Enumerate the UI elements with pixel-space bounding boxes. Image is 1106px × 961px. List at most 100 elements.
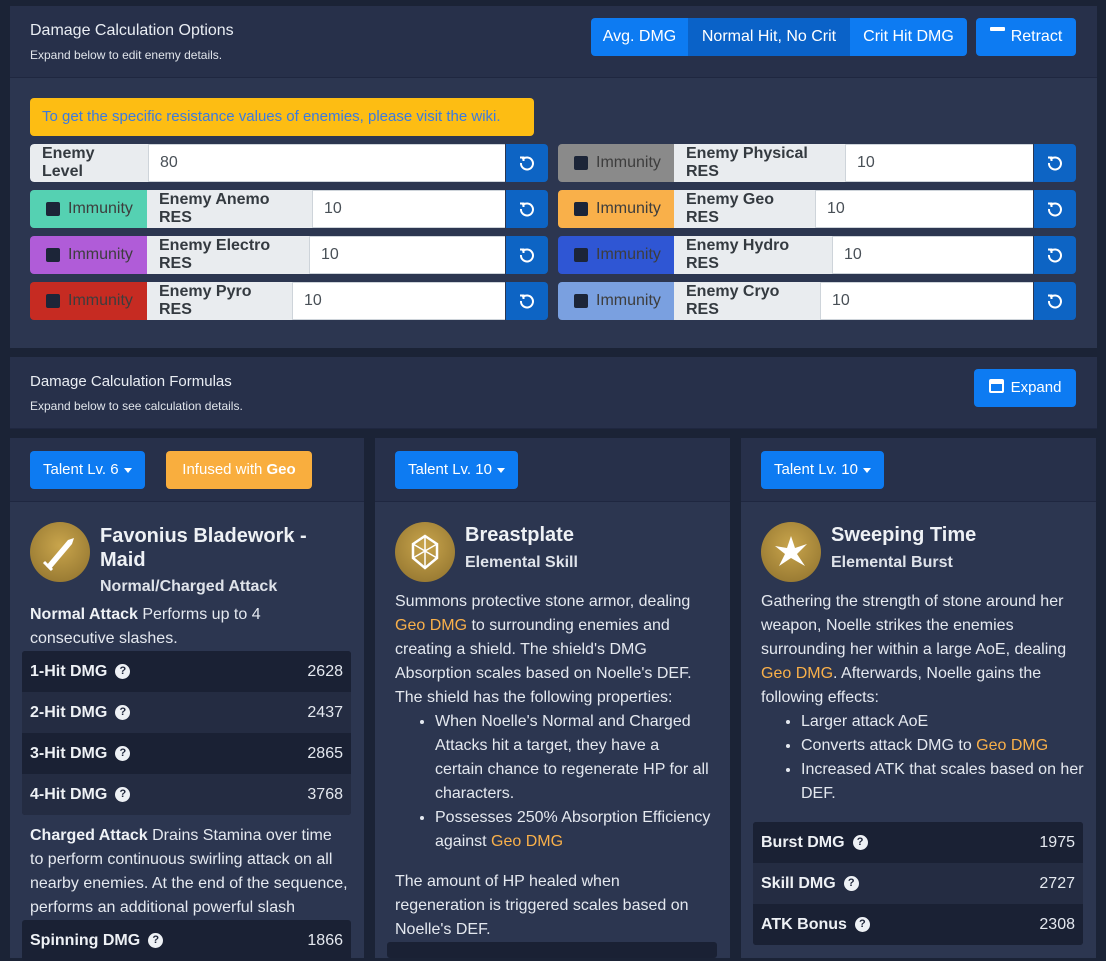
talent-level-dropdown[interactable]: Talent Lv. 6 xyxy=(30,451,145,489)
desc-text: weapon, Noelle strikes the enemies xyxy=(761,617,1014,634)
breastplate-icon xyxy=(395,522,455,582)
stat-value: 2727 xyxy=(1039,874,1075,892)
immunity-toggle-anemo[interactable]: Immunity xyxy=(30,190,147,228)
stat-name: 3-Hit DMG xyxy=(30,744,108,762)
geo-dmg-link: Geo DMG xyxy=(395,617,468,634)
res-row-physical: Immunity Enemy Physical RES 10 xyxy=(558,144,1076,182)
enemy-level-input[interactable]: 80 xyxy=(149,144,505,182)
help-icon[interactable]: ? xyxy=(843,876,859,891)
table-row: 2-Hit DMG? 2437 xyxy=(22,692,351,733)
res-row-electro: Immunity Enemy Electro RES 10 xyxy=(30,236,548,274)
stat-value: 2628 xyxy=(307,662,343,680)
skill-name: Breastplate xyxy=(465,524,574,546)
formulas-panel: Damage Calculation Formulas Expand below… xyxy=(10,357,1097,429)
help-icon[interactable]: ? xyxy=(115,664,131,679)
checkbox-icon xyxy=(574,294,588,308)
talent-level-dropdown[interactable]: Talent Lv. 10 xyxy=(395,451,518,489)
reset-icon xyxy=(520,248,534,263)
immunity-toggle-physical[interactable]: Immunity xyxy=(558,144,674,182)
geo-dmg-link: Geo DMG xyxy=(976,737,1049,754)
normal-attack-title: Normal Attack xyxy=(30,606,138,623)
res-input-electro[interactable]: 10 xyxy=(310,236,505,274)
retract-button[interactable]: Retract xyxy=(976,18,1076,56)
res-row-cryo: Immunity Enemy Cryo RES 10 xyxy=(558,282,1076,320)
caret-down-icon xyxy=(496,467,505,473)
enemy-level-reset[interactable] xyxy=(506,144,548,182)
geo-dmg-link: Geo DMG xyxy=(491,833,564,850)
window-icon xyxy=(988,379,1004,394)
normal-attack-desc: Normal Attack Performs up to 4 consecutiv… xyxy=(30,603,350,651)
table-row: 1-Hit DMG? 2628 xyxy=(22,651,351,692)
stat-value: 1866 xyxy=(307,931,343,949)
reset-icon xyxy=(520,202,534,217)
immunity-toggle-hydro[interactable]: Immunity xyxy=(558,236,674,274)
stat-name: ATK Bonus xyxy=(761,915,847,933)
skill-type: Elemental Skill xyxy=(465,554,578,571)
formulas-title: Damage Calculation Formulas xyxy=(30,373,232,390)
res-reset-electro[interactable] xyxy=(506,236,548,274)
bullet-text: When Noelle's Normal and Charged xyxy=(435,713,691,730)
burst-desc: Gathering the strength of stone around h… xyxy=(761,590,1091,806)
res-row-geo: Immunity Enemy Geo RES 10 xyxy=(558,190,1076,228)
mode-avg-dmg[interactable]: Avg. DMG xyxy=(591,18,688,56)
res-reset-anemo[interactable] xyxy=(506,190,548,228)
res-reset-hydro[interactable] xyxy=(1034,236,1076,274)
res-reset-geo[interactable] xyxy=(1034,190,1076,228)
normal-attack-card: Talent Lv. 6 Infused with Geo Favonius B… xyxy=(10,438,364,961)
table-row: ATK Bonus? 2308 xyxy=(753,904,1083,945)
options-title: Damage Calculation Options xyxy=(30,22,234,39)
expand-button[interactable]: Expand xyxy=(974,369,1076,407)
expand-label: Expand xyxy=(1010,379,1062,396)
res-reset-physical[interactable] xyxy=(1034,144,1076,182)
elemental-burst-card: Talent Lv. 10 Sweeping Time Elemental Bu… xyxy=(741,438,1096,958)
talent-level-label: Talent Lv. 10 xyxy=(408,461,492,478)
mode-normal-hit[interactable]: Normal Hit, No Crit xyxy=(688,18,850,56)
skill-desc: Summons protective stone armor, dealing G… xyxy=(395,590,725,942)
list-item: Larger attack AoE xyxy=(801,710,1091,734)
help-icon[interactable]: ? xyxy=(854,917,870,932)
skill-type: Normal/Charged Attack xyxy=(100,578,278,595)
options-subtitle: Expand below to edit enemy details. xyxy=(30,48,223,62)
geo-dmg-link: Geo DMG xyxy=(761,665,834,682)
table-row: Spinning DMG? 1866 xyxy=(22,920,351,961)
immunity-toggle-cryo[interactable]: Immunity xyxy=(558,282,674,320)
talent-level-dropdown[interactable]: Talent Lv. 10 xyxy=(761,451,884,489)
bullet-text: Attacks hit a target, they have a xyxy=(435,737,660,754)
res-label-physical: Enemy Physical RES xyxy=(674,144,846,182)
ca-text: nearby enemies. At the end of the sequen… xyxy=(30,875,348,892)
mode-crit-hit[interactable]: Crit Hit DMG xyxy=(850,18,967,56)
talent-level-label: Talent Lv. 6 xyxy=(43,461,119,478)
help-icon[interactable]: ? xyxy=(852,835,868,850)
immunity-toggle-geo[interactable]: Immunity xyxy=(558,190,674,228)
wiki-warning[interactable]: To get the specific resistance values of… xyxy=(30,98,534,136)
reset-icon xyxy=(1048,248,1062,263)
help-icon[interactable]: ? xyxy=(115,787,131,802)
res-row-anemo: Immunity Enemy Anemo RES 10 xyxy=(30,190,548,228)
checkbox-icon xyxy=(46,202,60,216)
immunity-label: Immunity xyxy=(68,292,133,309)
list-item: When Noelle's Normal and Charged Attacks … xyxy=(435,710,725,806)
infused-element: Geo xyxy=(266,461,296,478)
stat-name: Spinning DMG xyxy=(30,931,141,949)
res-reset-pyro[interactable] xyxy=(506,282,548,320)
reset-icon xyxy=(1048,202,1062,217)
help-icon[interactable]: ? xyxy=(115,705,131,720)
table-row: 4-Hit DMG? 3768 xyxy=(22,774,351,815)
res-input-hydro[interactable]: 10 xyxy=(833,236,1033,274)
res-input-anemo[interactable]: 10 xyxy=(313,190,505,228)
res-reset-cryo[interactable] xyxy=(1034,282,1076,320)
res-input-cryo[interactable]: 10 xyxy=(821,282,1033,320)
desc-text: creating a shield. The shield's DMG xyxy=(395,641,647,658)
res-input-pyro[interactable]: 10 xyxy=(293,282,505,320)
stat-name: Skill DMG xyxy=(761,874,836,892)
res-input-physical[interactable]: 10 xyxy=(846,144,1033,182)
immunity-label: Immunity xyxy=(68,200,133,217)
ca-text: performs an additional powerful slash xyxy=(30,899,296,916)
immunity-label: Immunity xyxy=(68,246,133,263)
skill-type: Elemental Burst xyxy=(831,554,953,571)
help-icon[interactable]: ? xyxy=(115,746,131,761)
help-icon[interactable]: ? xyxy=(148,933,164,948)
res-input-geo[interactable]: 10 xyxy=(816,190,1033,228)
immunity-toggle-electro[interactable]: Immunity xyxy=(30,236,147,274)
immunity-toggle-pyro[interactable]: Immunity xyxy=(30,282,147,320)
